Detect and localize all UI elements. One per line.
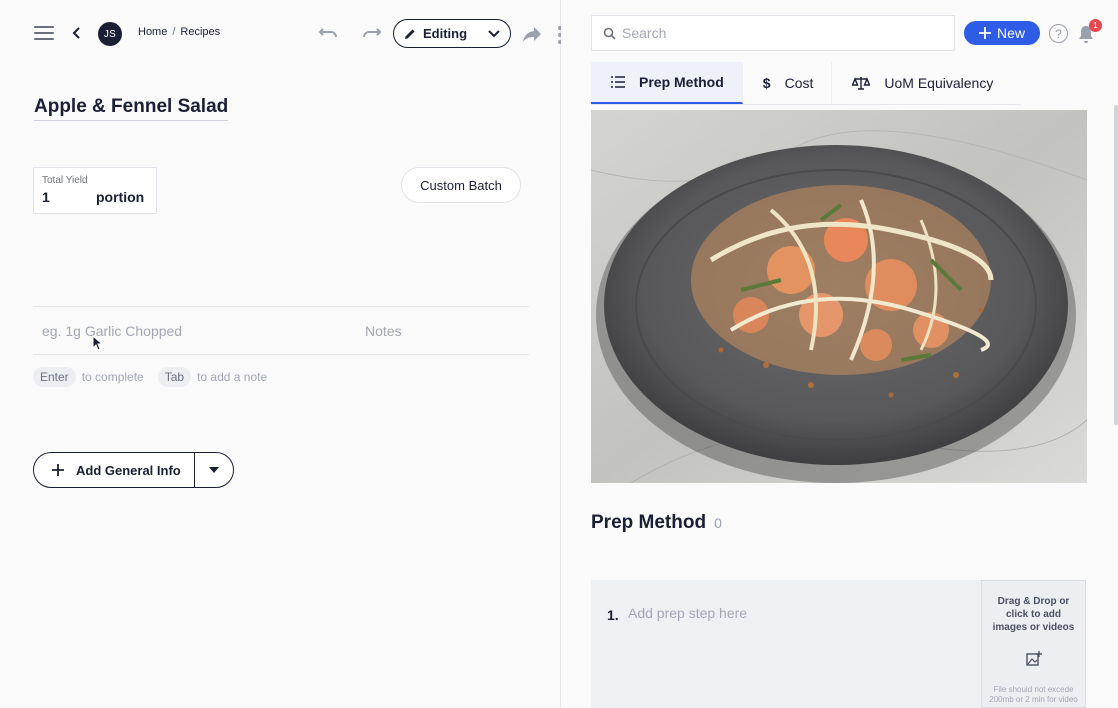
avatar[interactable]: JS — [98, 22, 122, 46]
plus-icon — [52, 464, 64, 476]
pencil-icon — [405, 29, 415, 39]
prep-step-input[interactable] — [628, 600, 958, 626]
list-icon — [611, 76, 625, 88]
media-dropzone[interactable]: Drag & Drop or click to add images or vi… — [981, 580, 1086, 708]
ingredient-input[interactable] — [33, 307, 353, 354]
search-icon — [603, 27, 616, 40]
menu-icon[interactable] — [34, 26, 54, 40]
total-yield-value[interactable]: 1 — [42, 189, 96, 205]
detail-tabs: Prep Method $ Cost UoM Equivalency — [591, 62, 1021, 105]
prep-step-editor: 1. — [591, 580, 981, 708]
breadcrumb-recipes[interactable]: Recipes — [180, 26, 220, 38]
tab-cost-label: Cost — [784, 75, 814, 91]
recipe-photo[interactable] — [591, 110, 1087, 483]
chevron-down-icon — [488, 29, 500, 37]
new-button[interactable]: New — [964, 21, 1040, 45]
total-yield-field[interactable]: Total Yield 1 portion — [33, 167, 157, 214]
add-general-info-button[interactable]: Add General Info — [34, 453, 194, 487]
tab-cost[interactable]: $ Cost — [743, 62, 833, 104]
recipe-title[interactable]: Apple & Fennel Salad — [34, 96, 229, 121]
help-icon[interactable]: ? — [1049, 24, 1068, 43]
tab-hint-text: to add a note — [197, 370, 268, 384]
undo-icon[interactable] — [316, 22, 340, 46]
scale-icon — [852, 77, 871, 90]
add-general-info-split-button: Add General Info — [33, 452, 234, 488]
notification-badge: 1 — [1089, 19, 1102, 32]
plus-icon — [978, 27, 991, 39]
recipe-details-pane: New ? 1 Prep Method $ Cost UoM Equivalen… — [561, 0, 1118, 708]
add-general-info-label: Add General Info — [76, 462, 181, 478]
enter-hint-text: to complete — [81, 370, 144, 384]
prep-method-heading: Prep Method 0 — [591, 512, 722, 534]
general-info-dropdown-toggle[interactable] — [195, 453, 233, 487]
caret-down-icon — [209, 467, 219, 473]
breadcrumb-home[interactable]: Home — [138, 26, 167, 38]
editing-mode-dropdown[interactable]: Editing — [393, 19, 511, 48]
recipe-editor-pane: JS Home / Recipes Editing Apple & Fennel… — [0, 0, 562, 708]
new-button-label: New — [996, 25, 1025, 41]
mouse-cursor-icon — [92, 335, 104, 351]
breadcrumb: Home / Recipes — [138, 26, 220, 38]
scrollbar[interactable] — [1114, 105, 1118, 425]
search-input[interactable] — [622, 25, 942, 41]
redo-icon[interactable] — [360, 22, 384, 46]
total-yield-unit[interactable]: portion — [96, 189, 144, 205]
breadcrumb-separator: / — [172, 26, 176, 38]
custom-batch-button[interactable]: Custom Batch — [401, 167, 521, 203]
keyboard-hints: Enter to complete Tab to add a note — [33, 367, 281, 387]
dropzone-text: Drag & Drop or click to add images or vi… — [992, 596, 1075, 633]
share-icon[interactable] — [521, 23, 543, 45]
search-bar[interactable] — [591, 15, 955, 51]
step-number: 1. — [607, 607, 619, 623]
tab-uom-equivalency[interactable]: UoM Equivalency — [832, 62, 1011, 104]
chevron-left-icon[interactable] — [70, 23, 84, 43]
notes-input[interactable] — [355, 307, 525, 354]
editing-mode-label: Editing — [423, 26, 468, 41]
tab-uom-label: UoM Equivalency — [884, 75, 994, 91]
tab-prep-method[interactable]: Prep Method — [591, 62, 743, 104]
editor-toolbar: JS Home / Recipes Editing — [0, 14, 562, 52]
dropzone-file-limit-note: File should not excede 200mb or 2 min fo… — [989, 685, 1078, 704]
ingredient-entry-row — [33, 306, 529, 355]
prep-method-title: Prep Method — [591, 512, 707, 533]
prep-step-count: 0 — [714, 515, 722, 531]
total-yield-label: Total Yield — [42, 175, 88, 186]
add-image-icon — [1025, 651, 1042, 666]
enter-key-hint: Enter — [33, 367, 76, 387]
tab-key-hint: Tab — [157, 367, 192, 387]
tab-prep-method-label: Prep Method — [639, 74, 724, 90]
dollar-icon: $ — [762, 75, 771, 91]
